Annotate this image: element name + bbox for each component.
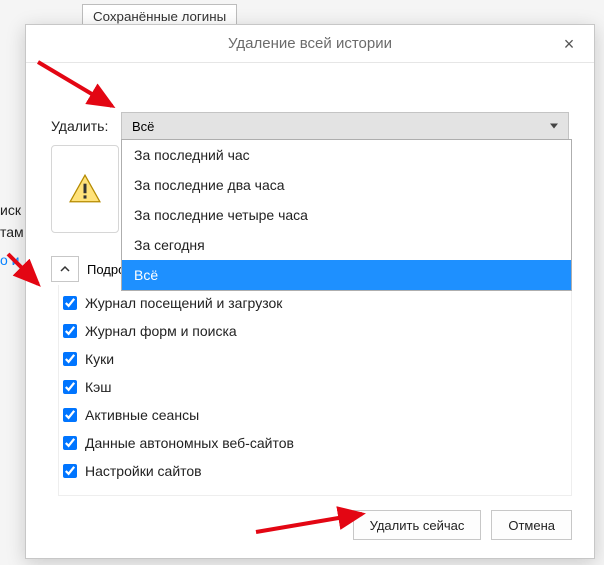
warning-icon-box xyxy=(51,145,119,233)
bg-text-3: о и xyxy=(0,252,20,268)
checklist-label: Настройки сайтов xyxy=(85,463,202,479)
checklist-checkbox[interactable] xyxy=(63,464,77,478)
checklist-item[interactable]: Журнал форм и поиска xyxy=(61,317,565,345)
time-range-option[interactable]: За последние два часа xyxy=(122,170,571,200)
time-range-option[interactable]: За сегодня xyxy=(122,230,571,260)
chevron-up-icon xyxy=(60,264,70,274)
checklist-label: Журнал посещений и загрузок xyxy=(85,295,282,311)
cancel-button[interactable]: Отмена xyxy=(491,510,572,540)
warning-icon xyxy=(68,172,102,206)
time-range-row: Удалить: Всё xyxy=(51,111,569,141)
delete-now-button[interactable]: Удалить сейчас xyxy=(353,510,482,540)
details-checklist[interactable]: Журнал посещений и загрузок Журнал форм и… xyxy=(58,285,572,496)
time-range-value: Всё xyxy=(132,119,154,134)
checklist-label: Кэш xyxy=(85,379,112,395)
bg-text-1: иск xyxy=(0,202,21,218)
checklist-item[interactable]: Журнал посещений и загрузок xyxy=(61,289,565,317)
checklist-checkbox[interactable] xyxy=(63,352,77,366)
checklist-checkbox[interactable] xyxy=(63,436,77,450)
checklist-checkbox[interactable] xyxy=(63,324,77,338)
checklist-item[interactable]: Активные сеансы xyxy=(61,401,565,429)
checklist-label: Журнал форм и поиска xyxy=(85,323,237,339)
checklist-label: Куки xyxy=(85,351,114,367)
checklist-checkbox[interactable] xyxy=(63,296,77,310)
time-range-option[interactable]: За последний час xyxy=(122,140,571,170)
checklist-label: Данные автономных веб-сайтов xyxy=(85,435,294,451)
chevron-down-icon xyxy=(550,124,558,129)
time-range-label: Удалить: xyxy=(51,118,121,134)
dialog-button-row: Удалить сейчас Отмена xyxy=(353,510,572,540)
checklist-label: Активные сеансы xyxy=(85,407,199,423)
checklist-item[interactable]: Данные автономных веб-сайтов xyxy=(61,429,565,457)
checklist-item[interactable]: Настройки сайтов xyxy=(61,457,565,485)
time-range-select[interactable]: Всё xyxy=(121,112,569,140)
close-icon[interactable]: × xyxy=(554,25,584,63)
dialog-title: Удаление всей истории xyxy=(228,35,392,52)
time-range-option[interactable]: За последние четыре часа xyxy=(122,200,571,230)
checklist-item[interactable]: Кэш xyxy=(61,373,565,401)
checklist-item[interactable]: Куки xyxy=(61,345,565,373)
time-range-dropdown[interactable]: За последний часЗа последние два часаЗа … xyxy=(121,139,572,291)
checklist-checkbox[interactable] xyxy=(63,380,77,394)
checklist-checkbox[interactable] xyxy=(63,408,77,422)
time-range-option[interactable]: Всё xyxy=(122,260,571,290)
clear-history-dialog: Удаление всей истории × Удалить: Всё Под… xyxy=(25,24,595,559)
dialog-title-bar: Удаление всей истории × xyxy=(26,25,594,63)
details-toggle[interactable] xyxy=(51,256,79,282)
bg-text-2: там xyxy=(0,224,24,240)
